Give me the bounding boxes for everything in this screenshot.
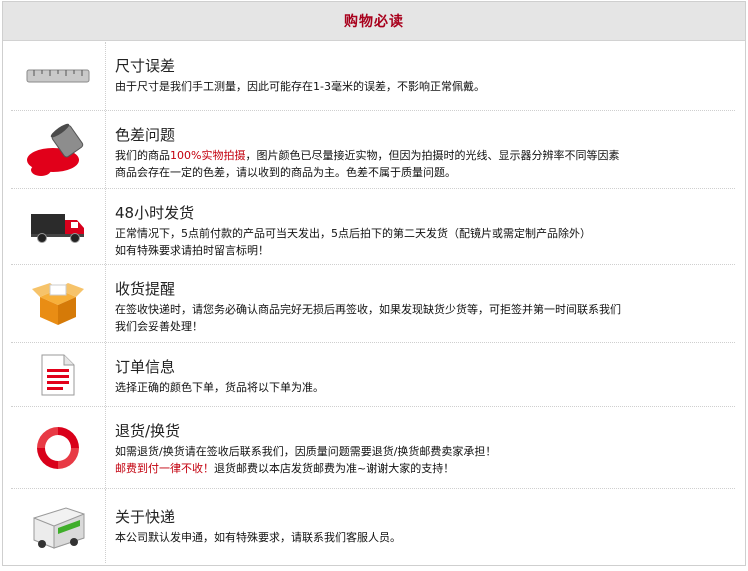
notice-receipt-reminder: 收货提醒 在签收快递时，请您务必确认商品完好无损后再签收，如果发现缺货少货等，可…	[11, 265, 735, 343]
panel-title: 购物必读	[344, 14, 404, 30]
notice-text: 本公司默认发申通，如有特殊要求，请联系我们客服人员。	[115, 531, 401, 544]
notice-text-line1: 在签收快递时，请您务必确认商品完好无损后再签收，如果发现缺货少货等，可拒签并第一…	[115, 303, 621, 316]
notice-title: 色差问题	[115, 126, 176, 144]
notice-text: 由于尺寸是我们手工测量，因此可能存在1-3毫米的误差，不影响正常佩戴。	[115, 80, 485, 93]
notice-text-line2: 如有特殊要求请拍时留言标明！	[115, 244, 269, 257]
notice-48h-shipping: 48小时发货 正常情况下，5点前付款的产品可当天发出，5点后拍下的第二天发货（配…	[11, 189, 735, 265]
document-icon	[11, 343, 106, 406]
shopping-notice-panel: 购物必读 尺寸误差 由于尺寸是我们手工测量，因此可能存在1-3毫米的误差，不影响…	[2, 1, 746, 566]
notice-title: 订单信息	[115, 358, 176, 376]
ruler-icon	[11, 42, 106, 110]
refresh-arrows-icon	[11, 407, 106, 488]
notice-return-exchange: 退货/换货 如需退货/换货请在签收后联系我们，因质量问题需要退货/换货邮费卖家承…	[11, 407, 735, 489]
notice-text-line1: 如需退货/换货请在签收后联系我们，因质量问题需要退货/换货邮费卖家承担！	[115, 445, 497, 458]
notice-title: 退货/换货	[115, 422, 181, 440]
notice-title: 关于快递	[115, 508, 176, 526]
panel-header: 购物必读	[3, 2, 745, 41]
highlight-real-photo: 100%实物拍摄	[170, 149, 246, 162]
notice-about-delivery: 关于快递 本公司默认发申通，如有特殊要求，请联系我们客服人员。	[11, 489, 735, 563]
paint-bucket-icon	[11, 111, 106, 188]
notice-text-line2: 退货邮费以本店发货邮费为准~谢谢大家的支持！	[214, 462, 455, 475]
notice-text: 在签收快递时，请您务必确认商品完好无损后再签收，如果发现缺货少货等，可拒签并第一…	[115, 301, 735, 335]
package-icon	[11, 265, 106, 342]
notice-title: 48小时发货	[115, 204, 195, 222]
notice-text: 选择正确的颜色下单，货品将以下单为准。	[115, 381, 324, 394]
truck-icon	[11, 189, 106, 264]
highlight-postage: 邮费到付一律不收！	[115, 462, 214, 475]
notice-text: 正常情况下，5点前付款的产品可当天发出，5点后拍下的第二天发货（配镜片或需定制产…	[115, 225, 735, 259]
notice-text: 我们的商品100%实物拍摄，图片颜色已尽量接近实物，但因为拍摄时的光线、显示器分…	[115, 147, 735, 181]
notice-text-prefix: 我们的商品	[115, 149, 170, 162]
notice-text-line2: 商品会存在一定的色差，请以收到的商品为主。色差不属于质量问题。	[115, 166, 456, 179]
notice-title: 尺寸误差	[115, 57, 176, 75]
notice-title: 收货提醒	[115, 280, 176, 298]
notice-text-suffix: ，图片颜色已尽量接近实物，但因为拍摄时的光线、显示器分辨率不同等因素	[245, 149, 620, 162]
notice-size-error: 尺寸误差 由于尺寸是我们手工测量，因此可能存在1-3毫米的误差，不影响正常佩戴。	[11, 42, 735, 111]
notice-text-line2: 我们会妥善处理！	[115, 320, 203, 333]
delivery-van-icon	[11, 489, 106, 563]
notice-text-line1: 正常情况下，5点前付款的产品可当天发出，5点后拍下的第二天发货（配镜片或需定制产…	[115, 227, 591, 240]
notice-color-difference: 色差问题 我们的商品100%实物拍摄，图片颜色已尽量接近实物，但因为拍摄时的光线…	[11, 111, 735, 189]
notice-text: 如需退货/换货请在签收后联系我们，因质量问题需要退货/换货邮费卖家承担！ 邮费到…	[115, 443, 735, 477]
notice-order-info: 订单信息 选择正确的颜色下单，货品将以下单为准。	[11, 343, 735, 407]
